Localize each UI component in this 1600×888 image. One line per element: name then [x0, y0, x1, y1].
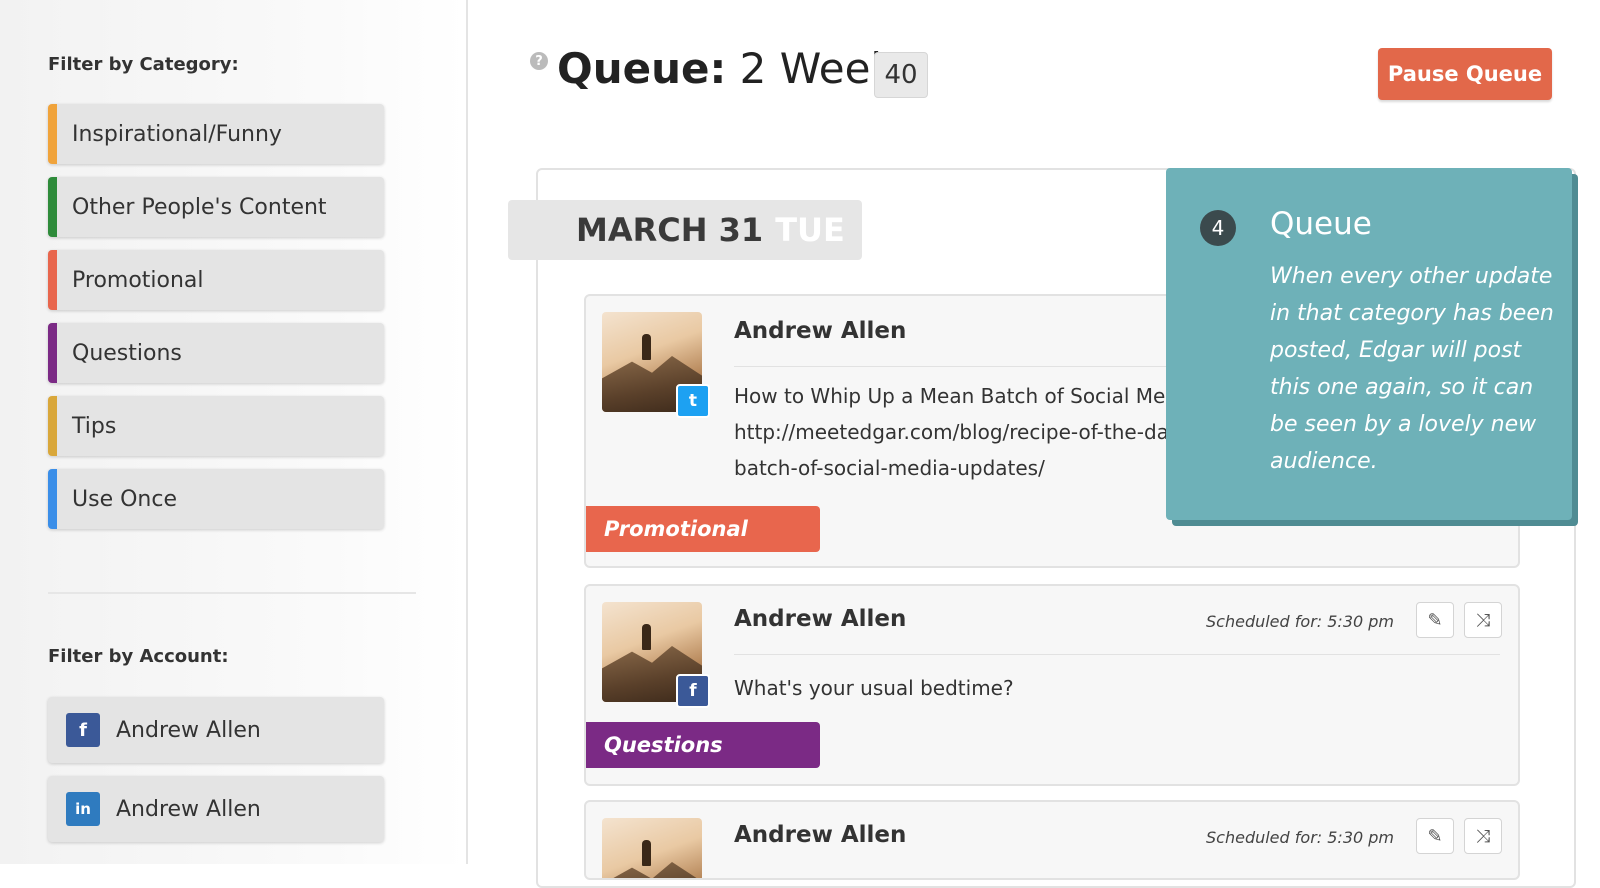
queue-count-badge: 40	[874, 52, 928, 98]
category-label: Promotional	[72, 267, 204, 293]
category-label: Tips	[72, 413, 117, 439]
shuffle-icon[interactable]: ⤨	[1464, 602, 1502, 638]
category-color-bar	[48, 177, 57, 237]
date-header: MARCH 31 TUE	[508, 200, 862, 260]
account-filter-linkedin[interactable]: in Andrew Allen	[48, 776, 384, 842]
account-filter-heading: Filter by Account:	[48, 646, 229, 667]
account-label: Andrew Allen	[116, 796, 261, 822]
page-title: Queue: 2 Weeks	[557, 44, 917, 93]
page-title-label: Queue:	[557, 44, 727, 93]
post-category-tag: Questions	[586, 722, 820, 768]
date-text: MARCH 31	[576, 211, 764, 249]
facebook-icon: f	[66, 713, 100, 747]
category-label: Questions	[72, 340, 182, 366]
account-label: Andrew Allen	[116, 717, 261, 743]
shuffle-icon[interactable]: ⤨	[1464, 818, 1502, 854]
pause-queue-button[interactable]: Pause Queue	[1378, 48, 1552, 100]
day-of-week: TUE	[775, 211, 845, 249]
category-label: Inspirational/Funny	[72, 121, 282, 147]
post-author: Andrew Allen	[734, 822, 907, 848]
tooltip-step-number: 4	[1200, 210, 1236, 246]
category-filter-questions[interactable]: Questions	[48, 323, 384, 383]
tooltip-body: When every other update in that category…	[1270, 264, 1554, 474]
queue-post[interactable]: Andrew Allen Scheduled for: 5:30 pm ✎ ⤨	[584, 800, 1520, 880]
post-author: Andrew Allen	[734, 318, 907, 344]
category-color-bar	[48, 323, 57, 383]
post-category-tag: Promotional	[586, 506, 820, 552]
sidebar-divider	[48, 592, 416, 594]
category-filter-heading: Filter by Category:	[48, 54, 239, 75]
category-color-bar	[48, 469, 57, 529]
category-label: Use Once	[72, 486, 177, 512]
category-filter-promotional[interactable]: Promotional	[48, 250, 384, 310]
category-filter-tips[interactable]: Tips	[48, 396, 384, 456]
category-filter-inspirational[interactable]: Inspirational/Funny	[48, 104, 384, 164]
category-filter-other-peoples-content[interactable]: Other People's Content	[48, 177, 384, 237]
category-label: Other People's Content	[72, 194, 327, 220]
linkedin-icon: in	[66, 792, 100, 826]
edit-icon[interactable]: ✎	[1416, 818, 1454, 854]
post-text: What's your usual bedtime?	[734, 676, 1014, 700]
queue-post[interactable]: f Andrew Allen Scheduled for: 5:30 pm ✎ …	[584, 584, 1520, 786]
category-color-bar	[48, 104, 57, 164]
post-author: Andrew Allen	[734, 606, 907, 632]
category-color-bar	[48, 250, 57, 310]
scheduled-time: Scheduled for: 5:30 pm	[1206, 828, 1394, 847]
scheduled-time: Scheduled for: 5:30 pm	[1206, 612, 1394, 631]
post-thumbnail	[602, 818, 702, 878]
sidebar: Filter by Category: Inspirational/Funny …	[0, 0, 468, 864]
post-divider	[734, 654, 1500, 655]
facebook-icon: f	[676, 674, 710, 708]
tooltip-title: Queue	[1270, 206, 1372, 242]
twitter-icon: t	[676, 384, 710, 418]
queue-tooltip: 4 Queue When every other update in that …	[1166, 168, 1572, 520]
category-color-bar	[48, 396, 57, 456]
account-filter-facebook[interactable]: f Andrew Allen	[48, 697, 384, 763]
category-filter-use-once[interactable]: Use Once	[48, 469, 384, 529]
help-icon[interactable]: ?	[530, 52, 548, 70]
edit-icon[interactable]: ✎	[1416, 602, 1454, 638]
